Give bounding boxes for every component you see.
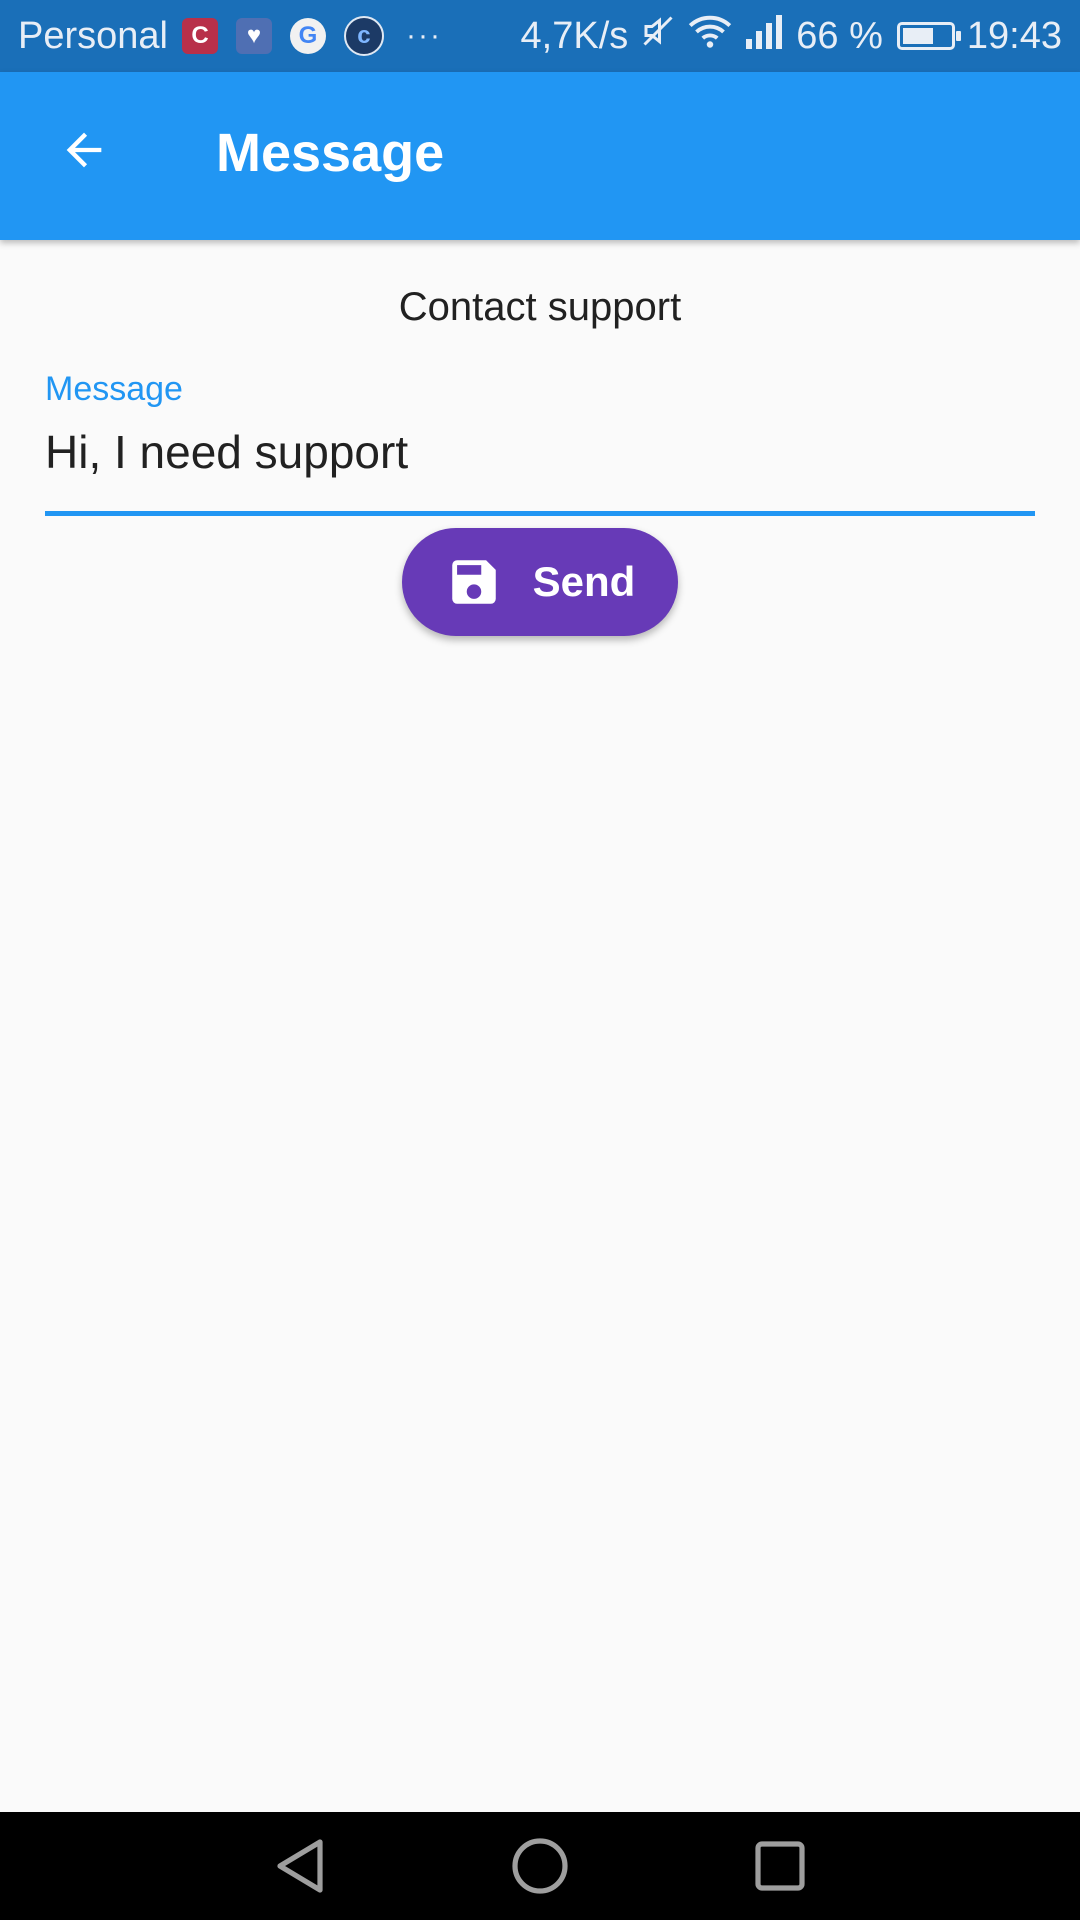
battery-icon [896, 22, 961, 50]
health-icon: ♥ [235, 18, 272, 54]
save-icon [445, 553, 503, 611]
status-right: 4,7K/s 66 % 19:43 [509, 13, 1062, 59]
c-circle-icon: c [343, 16, 384, 56]
section-title: Contact support [398, 285, 682, 329]
nav-back-button[interactable] [268, 1834, 332, 1898]
google-icon: G [289, 18, 326, 54]
status-bar: Personal C ♥ G c ··· 4,7K/s 66 % 19:43 [0, 0, 1080, 72]
nav-recents-button[interactable] [748, 1834, 812, 1898]
back-triangle-icon [277, 1839, 323, 1893]
message-field[interactable]: Message [45, 370, 1035, 516]
more-notifications-icon: ··· [405, 19, 442, 52]
notification-icons: C ♥ G c ··· [181, 16, 442, 56]
screen: Personal C ♥ G c ··· 4,7K/s 66 % 19:43 M… [0, 0, 1080, 1920]
home-circle-icon [512, 1838, 568, 1894]
clock: 19:43 [966, 14, 1062, 57]
battery-level [902, 28, 933, 44]
wifi-icon [688, 13, 732, 59]
app-bar: Message [0, 72, 1080, 240]
navigation-bar [0, 1812, 1080, 1920]
battery-percent: 66 % [796, 14, 883, 57]
message-input[interactable] [45, 425, 1035, 479]
page-title: Message [216, 123, 445, 183]
nav-home-button[interactable] [508, 1834, 572, 1898]
message-field-label: Message [45, 370, 183, 408]
mute-icon [640, 13, 676, 59]
c-app-icon: C [181, 18, 218, 54]
send-button-label: Send [532, 558, 636, 605]
network-speed: 4,7K/s [520, 14, 629, 57]
carrier-label: Personal [18, 14, 168, 57]
send-button[interactable]: Send [402, 528, 678, 636]
back-button[interactable] [40, 106, 128, 194]
signal-icon [744, 13, 784, 59]
recents-square-icon [755, 1841, 805, 1891]
message-field-underline [45, 511, 1035, 516]
arrow-left-icon [66, 132, 102, 168]
